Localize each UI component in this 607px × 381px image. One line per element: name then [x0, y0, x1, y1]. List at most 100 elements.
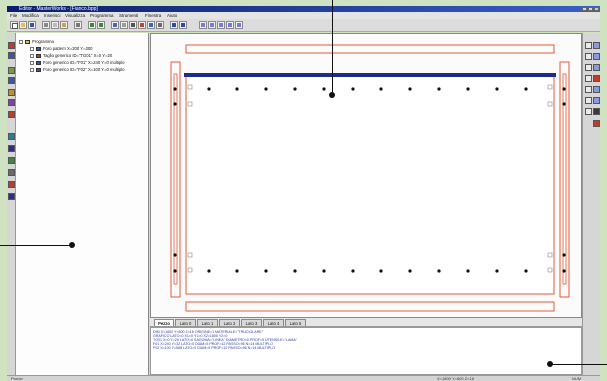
tab-lato-4[interactable]: Lato 4: [263, 319, 284, 326]
pointer-tool-icon[interactable]: [593, 108, 600, 115]
tool-strip-icon[interactable]: [8, 67, 15, 74]
tool-d-icon[interactable]: [208, 21, 216, 29]
drill-hole: [379, 87, 383, 91]
grid-icon[interactable]: [120, 21, 128, 29]
select-icon[interactable]: [129, 21, 137, 29]
cut-icon[interactable]: [42, 21, 50, 29]
text-tool-icon[interactable]: [593, 97, 600, 104]
tool-e-icon[interactable]: [217, 21, 225, 29]
copy-icon[interactable]: [51, 21, 59, 29]
menu-edit[interactable]: Modifica: [22, 13, 39, 18]
save-icon[interactable]: [28, 21, 36, 29]
move-icon[interactable]: [138, 21, 146, 29]
zoom-icon[interactable]: [111, 21, 119, 29]
tool-strip-icon[interactable]: [8, 157, 15, 164]
menu-tools[interactable]: Strumenti: [119, 13, 138, 18]
print-icon[interactable]: [74, 21, 82, 29]
reference-marker: [187, 252, 193, 258]
tool-g-icon[interactable]: [235, 21, 243, 29]
drill-hole: [207, 269, 211, 273]
mirror-icon[interactable]: [156, 21, 164, 29]
close-button[interactable]: [594, 7, 599, 11]
menu-program[interactable]: Programma: [90, 13, 114, 18]
tab-lato-2[interactable]: Lato 2: [219, 319, 240, 326]
right-tool-strip: [582, 33, 600, 375]
new-file-icon[interactable]: [10, 21, 18, 29]
text-tool-icon[interactable]: [593, 42, 600, 49]
tool-c-icon[interactable]: [199, 21, 207, 29]
pin-tool-icon[interactable]: [593, 75, 600, 82]
view-icon[interactable]: [585, 108, 592, 115]
panel-drawing: [170, 44, 570, 312]
drill-hole: [264, 269, 268, 273]
drill-hole: [562, 269, 566, 273]
tool-strip-icon[interactable]: [8, 52, 15, 59]
collapse-icon[interactable]: [19, 39, 23, 44]
tool-strip-icon[interactable]: [8, 169, 15, 176]
drill-hole: [524, 269, 528, 273]
text-tool-icon[interactable]: [593, 86, 600, 93]
tree-item[interactable]: Foro generico ID="F02" X=100 Y=0 multipl…: [30, 67, 124, 73]
drill-hole: [235, 87, 239, 91]
tool-strip-icon[interactable]: [8, 145, 15, 152]
reference-marker: [187, 267, 193, 273]
view-icon[interactable]: [585, 53, 592, 60]
undo-icon[interactable]: [88, 21, 96, 29]
tool-a-icon[interactable]: [170, 21, 178, 29]
folder-icon: [25, 39, 30, 44]
tool-strip-icon[interactable]: [8, 181, 15, 188]
tab-lato-5[interactable]: Lato 5: [285, 319, 306, 326]
view-icon[interactable]: [585, 64, 592, 71]
tool-b-icon[interactable]: [179, 21, 187, 29]
expand-icon[interactable]: [30, 53, 34, 58]
tool-strip-icon[interactable]: [8, 89, 15, 96]
tree-item[interactable]: Foro generico ID="F01" X=240 Y=0 multipl…: [30, 60, 124, 66]
hole-pattern-icon: [36, 46, 41, 51]
marker-tool-icon[interactable]: [593, 120, 600, 127]
main-panel-outline[interactable]: [185, 73, 555, 295]
menu-view[interactable]: Visualizza: [65, 13, 85, 18]
tool-strip-icon[interactable]: [8, 193, 15, 200]
menu-help[interactable]: Aiuto: [167, 13, 177, 18]
open-folder-icon[interactable]: [19, 21, 27, 29]
maximize-button[interactable]: [588, 7, 593, 11]
tool-strip-icon[interactable]: [8, 133, 15, 140]
tree-item[interactable]: Taglio generico ID="TG01" X=0 Y=20: [30, 53, 112, 59]
minimize-button[interactable]: [582, 7, 587, 11]
callout-dot-bottom: [547, 361, 553, 367]
tab-pezzo[interactable]: Pezzo: [154, 319, 174, 326]
tree-item-label: Foro generico ID="F02" X=100 Y=0 multipl…: [43, 67, 125, 72]
view-icon[interactable]: [585, 86, 592, 93]
text-tool-icon[interactable]: [593, 53, 600, 60]
tab-lato-3[interactable]: Lato 3: [241, 319, 262, 326]
callout-dot-left: [69, 242, 75, 248]
drawing-canvas[interactable]: [150, 33, 582, 318]
tree-item-label: Taglio generico ID="TG01" X=0 Y=20: [43, 53, 113, 58]
view-icon[interactable]: [585, 75, 592, 82]
view-icon[interactable]: [585, 42, 592, 49]
view-icon[interactable]: [585, 97, 592, 104]
paste-icon[interactable]: [60, 21, 68, 29]
tool-strip-icon[interactable]: [8, 42, 15, 49]
expand-icon[interactable]: [30, 46, 34, 51]
view-tabs: Pezzo Lato 0 Lato 1 Lato 2 Lato 3 Lato 4…: [150, 318, 582, 327]
rotate-icon[interactable]: [147, 21, 155, 29]
tab-lato-1[interactable]: Lato 1: [197, 319, 218, 326]
text-tool-icon[interactable]: [593, 64, 600, 71]
edge-strip-top: [185, 44, 555, 54]
redo-icon[interactable]: [97, 21, 105, 29]
expand-icon[interactable]: [30, 60, 34, 65]
menu-insert[interactable]: Inserisci: [44, 13, 61, 18]
tool-f-icon[interactable]: [226, 21, 234, 29]
tool-strip-icon[interactable]: [8, 99, 15, 106]
drill-hole: [408, 87, 412, 91]
tool-strip-icon[interactable]: [8, 111, 15, 118]
tree-item[interactable]: Foro pattern X=200 Y=300: [30, 46, 93, 52]
menu-file[interactable]: File: [10, 13, 17, 18]
tool-strip-icon[interactable]: [8, 77, 15, 84]
expand-icon[interactable]: [30, 67, 34, 72]
menu-window[interactable]: Finestra: [145, 13, 161, 18]
tab-lato-0[interactable]: Lato 0: [175, 319, 196, 326]
tree-root[interactable]: Programma: [19, 39, 54, 45]
program-code-panel[interactable]: DIM X=1800 Y=600 Z=18 ORIGINE=1 MATERIAL…: [150, 327, 582, 375]
